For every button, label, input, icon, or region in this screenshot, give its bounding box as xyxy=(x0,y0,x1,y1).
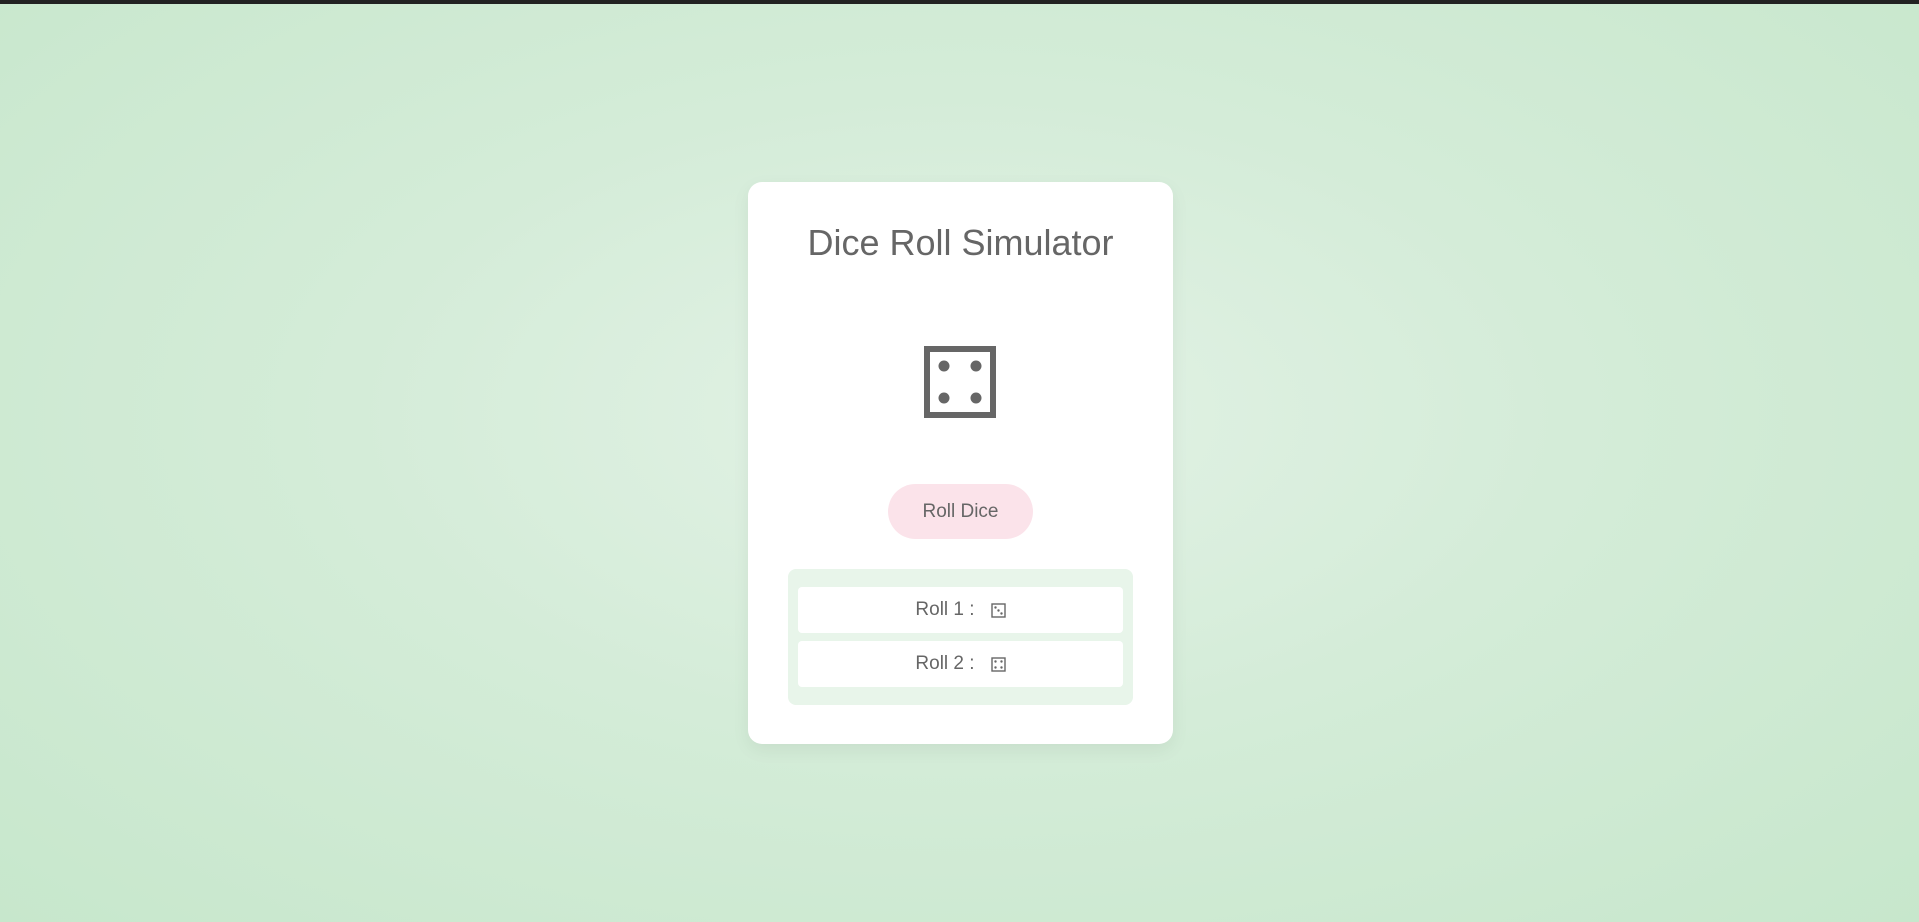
list-item: Roll 1 : xyxy=(798,587,1123,633)
roll-dice-button[interactable]: Roll Dice xyxy=(888,484,1033,539)
die-three-icon xyxy=(990,602,1006,618)
page-title: Dice Roll Simulator xyxy=(807,222,1114,263)
roll-label: Roll 1 : xyxy=(915,599,975,620)
list-item: Roll 2 : xyxy=(798,641,1123,687)
die-four-icon xyxy=(924,346,996,418)
roll-history-list: Roll 1 : Roll 2 : xyxy=(788,569,1133,705)
die-four-icon xyxy=(990,656,1006,672)
browser-top-bar xyxy=(0,0,1919,4)
roll-label: Roll 2 : xyxy=(915,653,975,674)
simulator-card: Dice Roll Simulator Roll Dice Roll 1 : R… xyxy=(748,182,1173,744)
